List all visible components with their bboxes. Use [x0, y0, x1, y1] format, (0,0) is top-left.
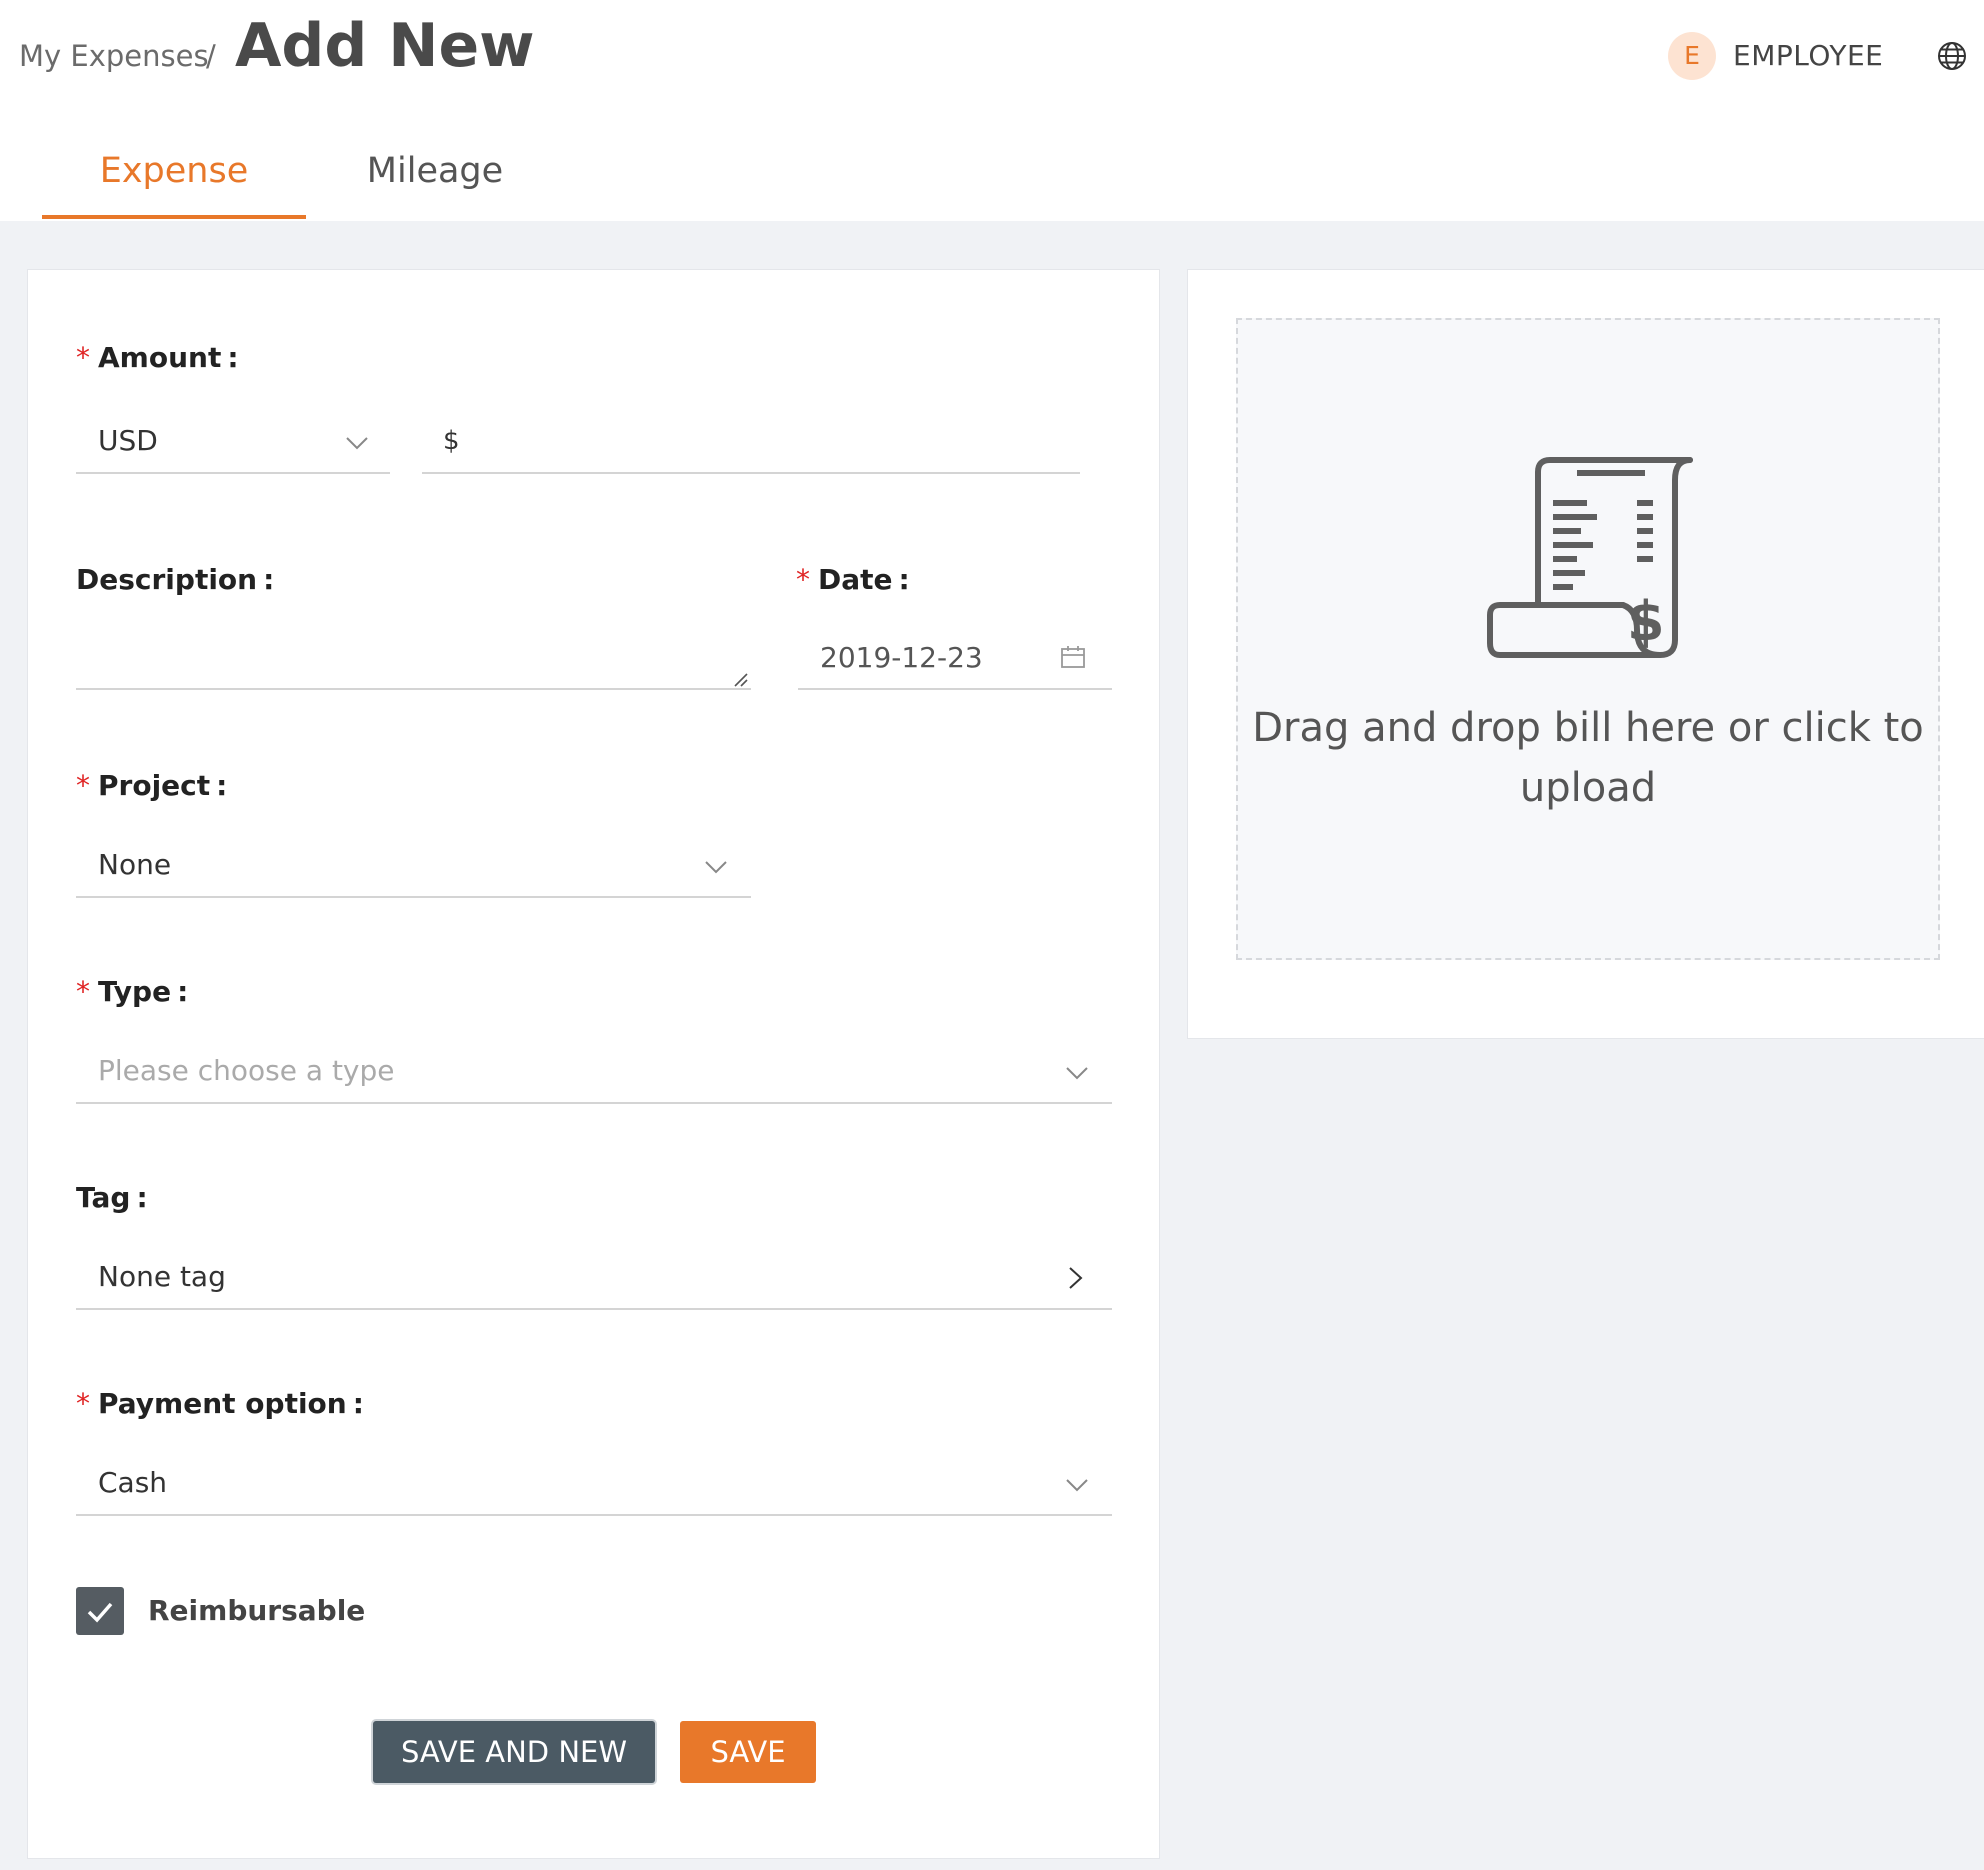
description-textarea[interactable] [76, 620, 751, 690]
label-colon: : [136, 1181, 148, 1214]
project-label: * Project: [76, 766, 227, 806]
reimbursable-label[interactable]: Reimbursable [148, 1591, 365, 1631]
label-colon: : [216, 769, 228, 802]
payment-option-label: * Payment option: [76, 1384, 364, 1424]
user-avatar[interactable]: E [1668, 32, 1716, 80]
tag-label-text: Tag [76, 1181, 131, 1214]
currency-value: USD [98, 424, 158, 457]
amount-label: * Amount: [76, 338, 239, 378]
payment-option-label-text: Payment option [98, 1387, 347, 1420]
reimbursable-checkbox[interactable] [76, 1587, 124, 1635]
description-label-text: Description [76, 563, 258, 596]
dropzone-instructions: Drag and drop bill here or click to uplo… [1252, 705, 1924, 811]
required-mark: * [76, 341, 90, 374]
currency-symbol: $ [443, 426, 460, 456]
checkmark-icon [87, 1602, 113, 1623]
receipt-icon: $ [1487, 457, 1693, 658]
label-colon: : [898, 563, 910, 596]
breadcrumb-my-expenses[interactable]: My Expenses [19, 36, 209, 76]
project-value: None [98, 848, 172, 881]
project-label-text: Project [98, 769, 211, 802]
description-label: Description: [76, 560, 274, 600]
tag-value: None tag [98, 1260, 226, 1293]
required-mark: * [76, 975, 90, 1008]
tag-selector[interactable] [76, 1250, 1112, 1310]
chevron-down-icon [1066, 1479, 1088, 1492]
tab-expense[interactable]: Expense [42, 143, 306, 199]
required-mark: * [796, 563, 810, 596]
label-colon: : [177, 975, 189, 1008]
chevron-down-icon [1066, 1067, 1088, 1080]
date-label-text: Date [818, 563, 893, 596]
type-label: * Type: [76, 972, 188, 1012]
label-colon: : [352, 1387, 364, 1420]
chevron-right-icon [1069, 1267, 1083, 1289]
payment-option-value: Cash [98, 1466, 168, 1499]
chevron-down-icon [705, 861, 727, 874]
payment-option-select[interactable] [76, 1456, 1112, 1516]
globe-icon[interactable] [1936, 40, 1968, 72]
resize-handle-icon[interactable] [731, 670, 749, 688]
page-title: Add New [235, 11, 535, 81]
save-and-new-button[interactable]: SAVE AND NEW [373, 1721, 655, 1783]
required-mark: * [76, 769, 90, 802]
save-button[interactable]: SAVE [680, 1721, 816, 1783]
breadcrumb-separator: / [206, 39, 216, 73]
project-select[interactable] [76, 838, 751, 898]
amount-input[interactable] [422, 414, 1080, 474]
user-name[interactable]: EMPLOYEE [1733, 36, 1883, 76]
required-mark: * [76, 1387, 90, 1420]
chevron-down-icon [346, 437, 368, 450]
tag-label: Tag: [76, 1178, 148, 1218]
svg-text:$: $ [1627, 590, 1665, 653]
amount-label-text: Amount [98, 341, 222, 374]
tab-mileage[interactable]: Mileage [340, 143, 530, 199]
date-value: 2019-12-23 [820, 641, 983, 674]
type-placeholder: Please choose a type [98, 1054, 395, 1087]
label-colon: : [227, 341, 239, 374]
active-tab-indicator [42, 215, 306, 219]
calendar-icon[interactable] [1060, 644, 1086, 670]
type-label-text: Type [98, 975, 172, 1008]
label-colon: : [263, 563, 275, 596]
date-label: * Date: [796, 560, 910, 600]
